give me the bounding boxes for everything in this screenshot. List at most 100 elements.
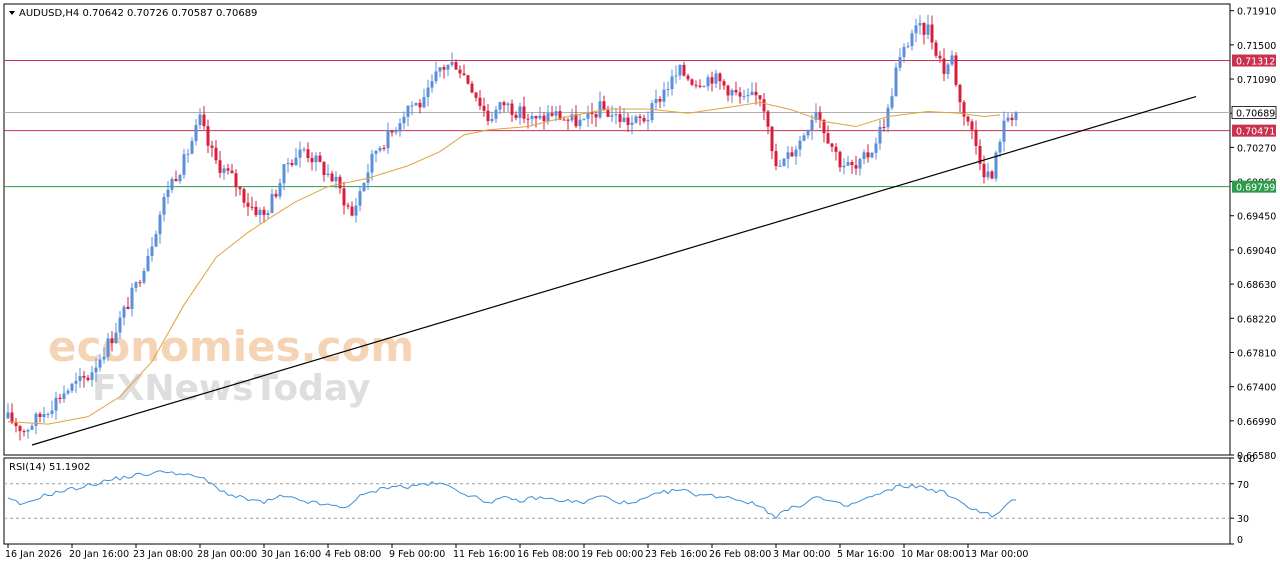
candle-body bbox=[838, 151, 842, 168]
candle-body bbox=[1014, 112, 1018, 121]
x-tick-label: 23 Jan 08:00 bbox=[133, 549, 193, 560]
candle-body bbox=[946, 64, 950, 74]
candle-body bbox=[666, 89, 670, 91]
candle-body bbox=[438, 67, 442, 72]
candle-body bbox=[278, 183, 282, 197]
candle-body bbox=[790, 152, 794, 157]
candle-body bbox=[710, 77, 714, 84]
candle-body bbox=[1002, 120, 1006, 142]
candle-body bbox=[962, 102, 966, 117]
y-tick-label: 0.69040 bbox=[1237, 246, 1276, 257]
candle-body bbox=[130, 287, 134, 309]
x-tick-label: 5 Mar 16:00 bbox=[837, 549, 894, 560]
candle-body bbox=[866, 152, 870, 158]
candle-body bbox=[478, 97, 482, 106]
candle-body bbox=[298, 149, 302, 158]
candle-body bbox=[638, 116, 642, 119]
candle-body bbox=[802, 135, 806, 141]
candle-body bbox=[62, 393, 66, 400]
candle-body bbox=[318, 155, 322, 162]
candle-body bbox=[350, 206, 354, 216]
candle-body bbox=[266, 212, 270, 216]
candle-body bbox=[954, 55, 958, 85]
candle-body bbox=[614, 114, 618, 116]
candle-body bbox=[114, 332, 118, 343]
candle-body bbox=[674, 75, 678, 77]
candle-body bbox=[918, 23, 922, 26]
candle-body bbox=[222, 168, 226, 173]
candle-body bbox=[522, 106, 526, 119]
candle-body bbox=[1006, 117, 1010, 121]
candle-body bbox=[474, 92, 478, 98]
candle-body bbox=[882, 126, 886, 128]
y-tick-label: 0.67400 bbox=[1237, 383, 1276, 394]
candle-body bbox=[782, 158, 786, 166]
candle-body bbox=[794, 149, 798, 157]
candle-body bbox=[426, 87, 430, 98]
candle-body bbox=[982, 163, 986, 178]
candle-body bbox=[766, 111, 770, 127]
candle-body bbox=[762, 99, 766, 112]
rsi-y-tick-label: 0 bbox=[1237, 535, 1243, 546]
candle-body bbox=[158, 214, 162, 235]
x-tick-label: 16 Feb 08:00 bbox=[517, 549, 579, 560]
candle-body bbox=[314, 155, 318, 163]
candle-body bbox=[450, 62, 454, 66]
candle-body bbox=[606, 110, 610, 117]
candle-body bbox=[686, 75, 690, 80]
x-tick-label: 3 Mar 00:00 bbox=[773, 549, 830, 560]
candle-body bbox=[94, 367, 98, 373]
candle-body bbox=[526, 118, 530, 120]
candle-body bbox=[166, 189, 170, 198]
y-tick-label: 0.70270 bbox=[1237, 143, 1276, 154]
candle-body bbox=[738, 92, 742, 97]
candle-body bbox=[554, 111, 558, 116]
candle-body bbox=[394, 131, 398, 133]
candle-body bbox=[246, 202, 250, 207]
chart-root: economies.com FXNewsToday 0.71910 0.71500… bbox=[0, 0, 1280, 567]
candle-body bbox=[310, 157, 314, 163]
candle-body bbox=[650, 103, 654, 121]
candle-body bbox=[566, 119, 570, 121]
candle-body bbox=[902, 46, 906, 58]
candle-body bbox=[562, 119, 566, 121]
candle-body bbox=[282, 164, 286, 184]
candle-body bbox=[286, 162, 290, 165]
candle-body bbox=[950, 55, 954, 65]
candle-body bbox=[758, 95, 762, 100]
candle-body bbox=[930, 24, 934, 43]
candle-body bbox=[390, 130, 394, 133]
x-tick-label: 28 Jan 00:00 bbox=[197, 549, 257, 560]
symbol-header: AUDUSD,H4 0.70642 0.70726 0.70587 0.7068… bbox=[19, 8, 257, 19]
candle-body bbox=[410, 105, 414, 107]
x-tick-label: 26 Feb 08:00 bbox=[709, 549, 771, 560]
x-tick-label: 13 Mar 00:00 bbox=[965, 549, 1028, 560]
candle-body bbox=[354, 205, 358, 216]
candle-body bbox=[878, 126, 882, 144]
candle-body bbox=[338, 176, 342, 189]
candle-body bbox=[38, 413, 42, 418]
candle-body bbox=[530, 115, 534, 119]
candle-body bbox=[786, 152, 790, 159]
candle-body bbox=[342, 188, 346, 206]
price-level-label: 0.70471 bbox=[1236, 127, 1275, 138]
candle-body bbox=[374, 150, 378, 154]
x-tick-label: 20 Jan 16:00 bbox=[69, 549, 129, 560]
candle-body bbox=[670, 76, 674, 90]
candle-body bbox=[490, 118, 494, 122]
candle-body bbox=[590, 112, 594, 115]
candle-body bbox=[30, 425, 34, 430]
candle-body bbox=[258, 209, 262, 215]
candle-body bbox=[294, 157, 298, 166]
candle-body bbox=[698, 85, 702, 87]
x-tick-label: 16 Jan 2026 bbox=[5, 549, 62, 560]
candle-body bbox=[702, 86, 706, 88]
candle-body bbox=[466, 75, 470, 84]
y-tick-label: 0.71500 bbox=[1237, 41, 1276, 52]
candle-body bbox=[938, 55, 942, 59]
candle-body bbox=[618, 114, 622, 122]
candle-body bbox=[894, 67, 898, 97]
chart-svg: economies.com FXNewsToday 0.71910 0.71500… bbox=[0, 0, 1280, 567]
candle-body bbox=[662, 89, 666, 102]
candle-body bbox=[754, 91, 758, 96]
